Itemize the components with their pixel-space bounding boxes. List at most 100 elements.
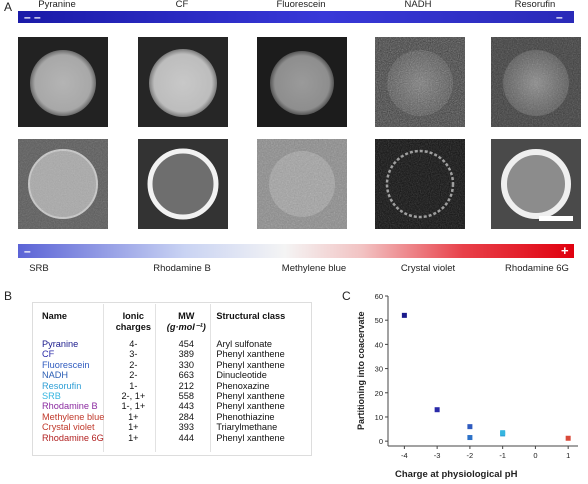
dye-label-bottom-1: SRB	[29, 263, 49, 274]
y-tick-label: 10	[375, 413, 383, 422]
micrograph-cf	[138, 37, 228, 127]
table-row: SRB 2-, 1+ 558 Phenyl xanthene	[42, 391, 291, 401]
table-row: Fluorescein 2- 330 Phenyl xanthene	[42, 360, 291, 370]
x-tick-label: 1	[566, 451, 570, 460]
cell-name: Resorufin	[42, 380, 82, 391]
table-row: Crystal violet 1+ 393 Triarylmethane	[42, 422, 291, 432]
header-ionic-charges: Ionic charges	[115, 311, 151, 332]
y-tick-label: 40	[375, 340, 383, 349]
cell-name: Rhodamine B	[42, 401, 98, 412]
cell-class: Phenoxazine	[216, 380, 270, 391]
y-tick-label: 20	[375, 389, 383, 398]
header-name: Name	[42, 311, 68, 321]
dye-label-top-3: Fluorescein	[276, 0, 326, 10]
cell-mw: 212	[178, 380, 194, 391]
cell-charges: 1-, 1+	[121, 401, 146, 412]
panel-b-letter: B	[4, 289, 13, 303]
cell-charges: 1+	[128, 422, 139, 433]
cell-mw: 393	[178, 422, 194, 433]
cell-class: Phenothiazine	[216, 411, 275, 422]
x-tick-label: -1	[499, 451, 506, 460]
cell-charges: 3-	[129, 349, 138, 360]
table-row: Methylene blue 1+ 284 Phenothiazine	[42, 412, 291, 422]
cell-name: Rhodamine 6G	[42, 432, 104, 443]
micrograph-srb	[18, 139, 108, 229]
cell-charges: 2-, 1+	[121, 391, 146, 402]
cell-charges: 1-	[129, 380, 138, 391]
dye-properties-table: Name Ionic charges MW (g·mol⁻¹) Structural…	[42, 311, 291, 443]
micrograph-nadh	[375, 37, 465, 127]
cell-charges: 4-	[129, 339, 138, 349]
dye-label-top-5: Resorufin	[514, 0, 556, 10]
dye-label-bottom-4: Crystal violet	[400, 263, 456, 274]
partitioning-scatter-plot: 0 10 20 30 40 50 60 -4 -3 -2 -1 0 1	[375, 292, 578, 460]
cell-name: Pyranine	[42, 339, 79, 349]
cell-charges: 1+	[128, 411, 139, 422]
cell-class: Triarylmethane	[216, 422, 278, 433]
cell-name: NADH	[42, 370, 69, 381]
data-point	[467, 435, 473, 441]
data-point	[467, 424, 473, 430]
table-row: Resorufin 1- 212 Phenoxazine	[42, 381, 291, 391]
plus-sign: +	[561, 243, 569, 258]
cell-class: Dinucleotide	[216, 370, 267, 381]
cell-class: Phenyl xanthene	[216, 401, 285, 412]
data-point	[401, 312, 407, 318]
cell-mw: 443	[178, 401, 194, 412]
table-row: CF 3- 389 Phenyl xanthene	[42, 349, 291, 359]
x-tick-label: -4	[401, 451, 408, 460]
dye-label-bottom-2: Rhodamine B	[153, 263, 211, 274]
micrograph-methylene-blue	[257, 139, 347, 229]
x-tick-label: -2	[467, 451, 474, 460]
y-tick-label: 30	[375, 365, 383, 374]
cell-charges: 1+	[128, 432, 139, 443]
micrograph-rhodamine-6g	[491, 139, 581, 229]
charge-gradient-bar-negative	[18, 11, 574, 23]
cell-mw: 330	[178, 359, 194, 370]
dye-label-bottom-5: Rhodamine 6G	[505, 263, 569, 274]
table-row: Rhodamine B 1-, 1+ 443 Phenyl xanthene	[42, 401, 291, 411]
cell-name: Fluorescein	[42, 359, 90, 370]
cell-mw: 558	[178, 391, 194, 402]
cell-class: Phenyl xanthene	[216, 359, 285, 370]
minus-sign: –	[556, 10, 563, 24]
cell-class: Phenyl xanthene	[216, 349, 285, 360]
cell-class: Phenyl xanthene	[216, 391, 285, 402]
x-axis-label: Charge at physiological pH	[395, 469, 518, 480]
dye-label-top-1: Pyranine	[38, 0, 76, 10]
micrograph-crystal-violet	[375, 139, 465, 229]
table-row: Rhodamine 6G 1+ 444 Phenyl xanthene	[42, 433, 291, 443]
micrograph-fluorescein	[257, 37, 347, 127]
dye-label-top-4: NADH	[404, 0, 432, 10]
data-point	[500, 430, 506, 436]
cell-name: SRB	[42, 391, 61, 402]
minus-sign-bottom: –	[24, 244, 31, 258]
cell-name: Crystal violet	[42, 422, 95, 433]
cell-mw: 389	[178, 349, 194, 360]
header-mw: MW (g·mol⁻¹)	[166, 311, 206, 332]
x-tick-label: -3	[434, 451, 441, 460]
cell-mw: 444	[178, 432, 194, 443]
table-row: NADH 2- 663 Dinucleotide	[42, 370, 291, 380]
cell-class: Aryl sulfonate	[216, 339, 272, 349]
cell-mw: 663	[178, 370, 194, 381]
table-row: Pyranine 4- 454 Aryl sulfonate	[42, 339, 291, 349]
micrograph-rhodamine-b	[138, 139, 228, 229]
y-tick-label: 0	[379, 437, 383, 446]
header-structural-class: Structural class	[216, 311, 286, 321]
x-tick-label: 0	[533, 451, 537, 460]
cell-class: Phenyl xanthene	[216, 432, 285, 443]
cell-name: CF	[42, 349, 55, 360]
y-tick-label: 50	[375, 316, 383, 325]
data-point	[434, 407, 440, 413]
dye-label-top-2: CF	[175, 0, 189, 10]
micrograph-pyranine	[18, 37, 108, 127]
cell-mw: 284	[178, 411, 194, 422]
data-point	[565, 435, 571, 441]
charge-gradient-bar-bipolar	[18, 244, 574, 258]
double-minus-sign: – –	[24, 10, 41, 24]
dye-label-bottom-3: Methylene blue	[281, 263, 347, 274]
cell-name: Methylene blue	[42, 411, 105, 422]
micrograph-resorufin	[491, 37, 581, 127]
panel-c-letter: C	[342, 289, 351, 303]
